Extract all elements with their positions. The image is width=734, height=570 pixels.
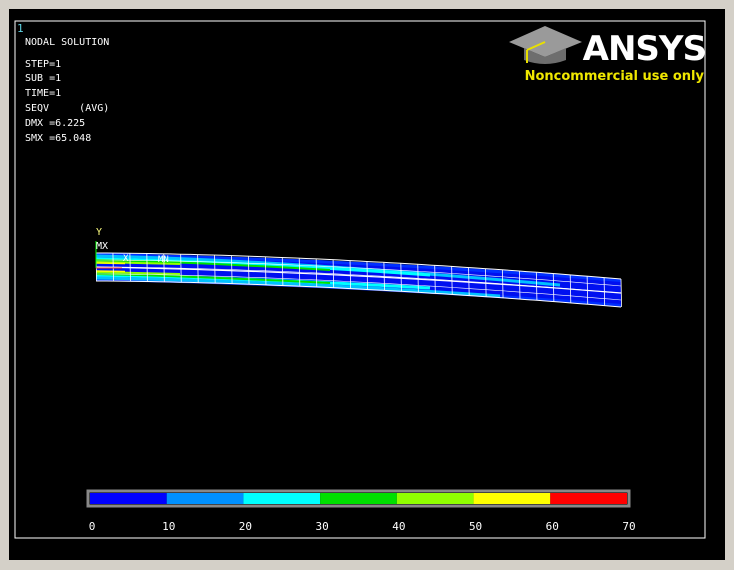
legend-tick-label: 40	[392, 520, 406, 533]
triad-y-label: Y	[96, 227, 102, 238]
step-label: STEP=1	[25, 59, 62, 70]
legend-swatches	[90, 493, 627, 504]
legend-swatch	[320, 493, 397, 504]
legend-tick-label: 20	[238, 520, 253, 533]
logo-tagline: Noncommercial use only	[524, 69, 704, 84]
triad-x-label: X	[123, 254, 129, 264]
legend-tick-label: 30	[315, 520, 329, 533]
legend-swatch	[243, 493, 321, 504]
legend-swatch	[396, 493, 474, 504]
legend-swatch	[90, 493, 167, 504]
seqv-label: SEQV (AVG)	[25, 103, 110, 114]
legend-swatch	[550, 493, 627, 504]
legend-tick-label: 70	[622, 520, 636, 533]
legend-tick-label: 60	[545, 520, 559, 533]
contour-legend	[86, 489, 631, 508]
sub-label: SUB =1	[25, 73, 62, 84]
graphics-area[interactable]: Y X MX MN	[0, 0, 734, 570]
smx-label: SMX =65.048	[25, 133, 92, 144]
beam-band-upper-yellow	[95, 262, 126, 265]
window-number: 1	[17, 22, 24, 35]
mx-marker: MX	[96, 241, 108, 252]
graphics-window[interactable]: Y X MX MN 1 NODAL SOLUTION STEP=1 SUB =1…	[0, 0, 734, 570]
ansys-logo: ANSYS	[582, 29, 707, 69]
mn-marker: MN	[158, 255, 169, 265]
legend-tick-label: 10	[162, 520, 176, 533]
result-title: NODAL SOLUTION	[25, 37, 110, 48]
legend-tick-label: 0	[88, 520, 96, 533]
legend-swatch	[166, 493, 244, 504]
legend-swatch	[473, 493, 551, 504]
beam-band-lower-yellow	[95, 270, 126, 273]
dmx-label: DMX =6.225	[25, 118, 86, 129]
time-label: TIME=1	[25, 88, 62, 99]
legend-tick-label: 50	[468, 520, 483, 533]
